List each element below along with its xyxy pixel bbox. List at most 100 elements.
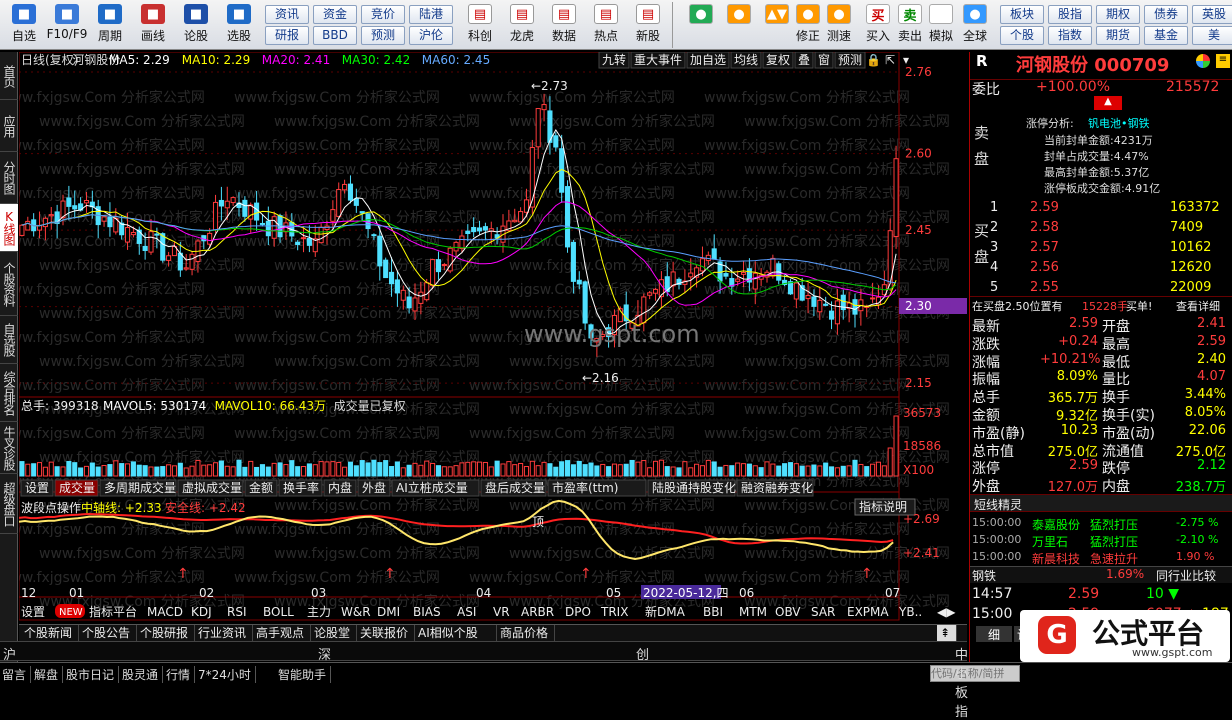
chart-tool-button[interactable]: ▤ 科创 [460,4,500,48]
dragon-tool-button[interactable]: ▤ 龙虎 [502,4,542,48]
news-tab-个股研报[interactable]: 个股研报 [137,625,195,642]
volume-tab-换手率[interactable]: 换手率 [283,480,319,495]
indicator-tab-DMI[interactable]: DMI [377,605,400,619]
volume-tab-虚拟成交量[interactable]: 虚拟成交量 [182,480,242,495]
leftnav-应用[interactable]: 应用 [0,100,18,152]
volume-tab-金额[interactable]: 金额 [249,480,273,495]
status-link-股灵通[interactable]: 股灵通 [122,666,164,683]
market-button-股指[interactable]: 股指 [1048,5,1092,24]
newstock-tool-button[interactable]: ▤ 新股 [628,4,668,48]
chart-menu-九转[interactable]: 九转 [602,52,626,67]
leftnav-自选股[interactable]: 自选股 [0,316,18,364]
info-button-沪伦[interactable]: 沪伦 [409,26,453,45]
hot-tool-button[interactable]: ▤ 热点 [586,4,626,48]
popup-icon[interactable]: ⇱ [885,53,895,67]
chart-area[interactable]: www.fxjgsw.Com 分析家公式网 www.fxjgsw.Com 分析家公… [19,52,967,622]
star-tool-button[interactable]: ■ 自选 [4,4,44,48]
indicator-tab-ASI[interactable]: ASI [457,605,476,619]
pe-tool-button[interactable]: ▤ 数据 [544,4,584,48]
collapse-up-icon[interactable]: ▲ [1094,96,1122,110]
menu-icon[interactable]: ≡ [1216,54,1230,68]
elf-stock[interactable]: 新晨科技 [1032,550,1080,567]
speed-tool-button[interactable]: ● 测速 [822,4,856,48]
indicator-tab-主力[interactable]: 主力 [307,605,331,619]
tab-scroll-icon[interactable]: ◀▶ [937,605,956,619]
chart-menu-加自选[interactable]: 加自选 [690,53,726,67]
market-button-指数[interactable]: 指数 [1048,26,1092,45]
market-button-期权[interactable]: 期权 [1096,5,1140,24]
market-button-个股[interactable]: 个股 [1000,26,1044,45]
back-arrow-tool-button[interactable]: ● [722,4,756,48]
discuss-tool-button[interactable]: ■ 论股 [176,4,216,48]
market-button-期货[interactable]: 期货 [1096,26,1140,45]
leftnav-分时图[interactable]: 分时图 [0,152,18,204]
lock-icon[interactable]: 🔒 [866,53,881,67]
news-tab-个股新闻[interactable]: 个股新闻 [21,625,79,642]
bid-detail-link[interactable]: 查看详细 [1176,298,1220,314]
indicator-tab-BOLL[interactable]: BOLL [263,605,294,619]
market-button-债券[interactable]: 债券 [1144,5,1188,24]
indicator-help-button[interactable]: 指标说明 [859,499,907,514]
info-button-陆港[interactable]: 陆港 [409,5,453,24]
chart-menu-复权[interactable]: 复权 [766,53,790,67]
indicator-tab-VR[interactable]: VR [493,605,510,619]
leftnav-K线图[interactable]: K线图 [0,204,18,252]
info-button-竞价[interactable]: 竞价 [361,5,405,24]
volume-tab-盘后成交量[interactable]: 盘后成交量 [485,480,545,495]
volume-tab-设置[interactable]: 设置 [25,481,49,495]
hammer-tool-button[interactable]: ● 模拟 [924,4,958,48]
info-button-资讯[interactable]: 资讯 [265,5,309,24]
volume-tab-市盈率(ttm)[interactable]: 市盈率(ttm) [552,480,618,495]
sell-tool-button[interactable]: 卖卖出 [893,4,927,48]
chart-menu-窗[interactable]: 窗 [818,53,830,67]
clock-tool-button[interactable]: ■ 周期 [90,4,130,48]
status-link-行情[interactable]: 行情 [166,666,196,683]
volume-tab-陆股通持股变化[interactable]: 陆股通持股变化 [652,480,736,495]
f10-tool-button[interactable]: ■ F10/F9 [47,4,87,48]
leftnav-综合排名[interactable]: 综合排名 [0,364,18,422]
search-tool-button[interactable]: ■ 选股 [219,4,259,48]
status-link-智能助手[interactable]: 智能助手 [278,666,332,683]
fix-tool-button[interactable]: ● 修正 [791,4,825,48]
indicator-tab-DPO[interactable]: DPO [565,605,591,619]
stock-search-input[interactable] [930,665,1020,682]
pie-icon[interactable] [1196,54,1210,68]
grid-tool-button[interactable]: ● [684,4,718,48]
collapse-icon[interactable]: ⇞ [937,625,957,642]
status-link-解盘[interactable]: 解盘 [34,666,64,683]
news-tab-关联报价[interactable]: 关联报价 [357,625,415,642]
indicator-tab-BBI[interactable]: BBI [703,605,723,619]
indicator-tab-设置[interactable]: 设置 [21,605,45,619]
indicator-tab-MTM[interactable]: MTM [739,605,767,619]
volume-tab-成交量[interactable]: 成交量 [59,480,95,495]
info-button-BBD[interactable]: BBD [313,26,357,45]
chart-menu-叠[interactable]: 叠 [798,53,810,67]
indicator-tab-BIAS[interactable]: BIAS [413,605,441,619]
indicator-tab-W&R[interactable]: W&R [341,605,371,619]
globe-tool-button[interactable]: ● 全球 [958,4,992,48]
news-tab-论股堂[interactable]: 论股堂 [311,625,357,642]
updown-tool-button[interactable]: ▲▼ [760,4,794,48]
news-tab-个股公告[interactable]: 个股公告 [79,625,137,642]
elf-stock[interactable]: 泰嘉股份 [1032,516,1080,533]
news-tab-行业资讯[interactable]: 行业资讯 [195,625,253,642]
chart-menu-均线[interactable]: 均线 [734,53,758,67]
indicator-tab-MACD[interactable]: MACD [147,605,183,619]
market-button-英股[interactable]: 英股 [1192,5,1232,24]
volume-tab-内盘[interactable]: 内盘 [328,480,352,495]
indicator-tab-新DMA[interactable]: 新DMA [645,604,686,619]
chart-menu-重大事件[interactable]: 重大事件 [634,53,682,67]
status-link-7*24小时[interactable]: 7*24小时 [198,666,256,683]
leftnav-个股资料[interactable]: 个股资料 [0,252,18,316]
dropdown-icon[interactable]: ▾ [903,53,909,67]
indicator-tab-ARBR[interactable]: ARBR [521,605,554,619]
kline-chart[interactable]: 2.762.602.452.302.152.30日线(复权)河钢股份MA5: 2… [19,52,967,622]
status-link-股市日记[interactable]: 股市日记 [66,666,120,683]
leftnav-超级盘口[interactable]: 超级盘口 [0,474,18,534]
indicator-tab-YB..[interactable]: YB.. [898,605,922,619]
indicator-tab-OBV[interactable]: OBV [775,605,801,619]
volume-tab-外盘[interactable]: 外盘 [362,480,386,495]
info-button-研报[interactable]: 研报 [265,26,309,45]
elf-stock[interactable]: 万里石 [1032,533,1068,550]
indicator-tab-TRIX[interactable]: TRIX [600,605,628,619]
